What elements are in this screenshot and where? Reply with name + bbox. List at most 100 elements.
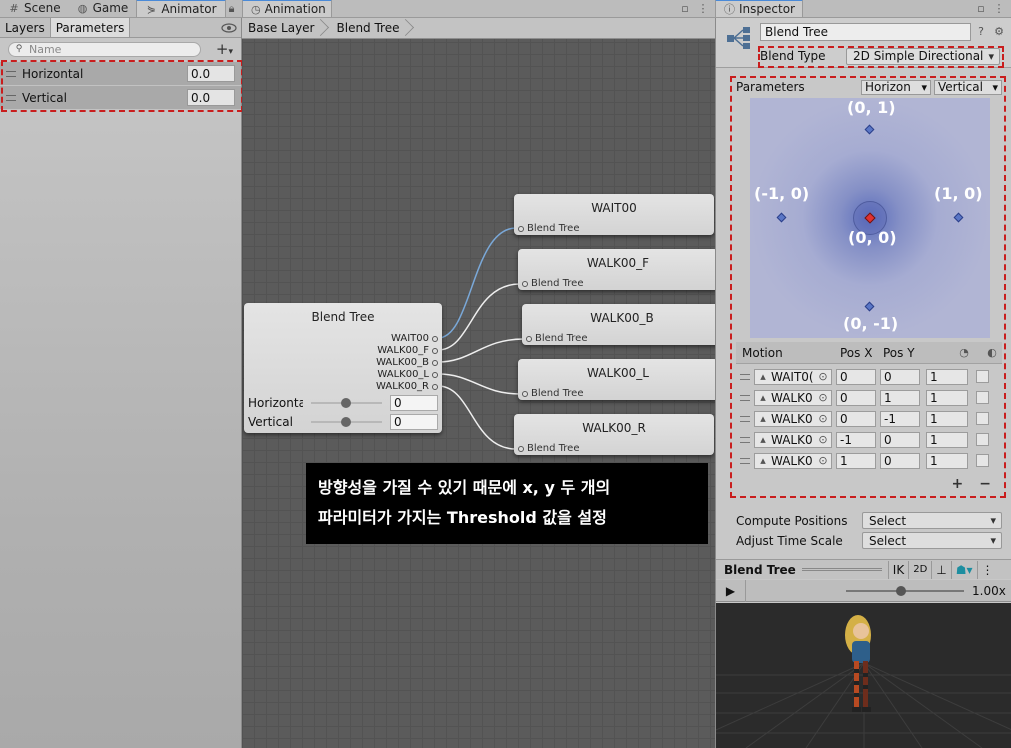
motion-node-walk00-l[interactable]: WALK00_L Blend Tree [518,359,715,400]
pos-x-field[interactable]: 0 [836,410,876,427]
drag-handle-icon[interactable] [740,394,750,401]
parameter-x-dropdown[interactable]: Horizon [861,79,931,95]
lock-icon[interactable]: ▫ [975,2,987,14]
motion-point[interactable] [864,124,875,135]
tab-animator[interactable]: ⋟ Animator [136,0,226,17]
drag-handle-icon[interactable] [740,415,750,422]
breadcrumb-base-layer[interactable]: Base Layer [242,18,323,39]
output-port[interactable]: WALK00_L [376,369,438,381]
parameter-value-field[interactable]: 0.0 [187,65,235,82]
play-button[interactable]: ▶ [716,579,746,602]
input-value-field[interactable]: 0 [390,395,438,411]
motion-clip-field[interactable]: ▴ WALK0 ⊙ [754,389,832,406]
input-value-field[interactable]: 0 [390,414,438,430]
pos-x-field[interactable]: 0 [836,389,876,406]
motion-point[interactable] [864,301,875,312]
animator-graph[interactable]: Base Layer Blend Tree Blend Tree WAIT00 … [242,18,715,748]
eye-icon[interactable] [217,18,241,37]
motion-clip-field[interactable]: ▴ WALK0 ⊙ [754,431,832,448]
add-parameter-button[interactable]: +▾ [207,40,233,58]
slider-knob[interactable] [896,585,906,596]
object-name-field[interactable]: Blend Tree [760,23,971,41]
target-icon[interactable]: ⊙ [817,455,829,467]
lock-icon[interactable]: 🔒︎ [226,2,238,14]
motion-node-walk00-r[interactable]: WALK00_R Blend Tree [514,414,714,455]
output-port[interactable]: WALK00_B [376,357,438,369]
mirror-checkbox[interactable] [976,412,989,425]
tab-parameters[interactable]: Parameters [50,18,131,37]
pos-y-field[interactable]: 1 [880,389,920,406]
pos-x-field[interactable]: 1 [836,452,876,469]
blend-2d-graph[interactable]: (0, 1) (-1, 0) (1, 0) (0, 0) (0, -1) [750,98,990,338]
mirror-checkbox[interactable] [976,454,989,467]
pivot-icon[interactable]: ⊥ [931,560,950,579]
parameter-search-input[interactable]: ⚲ Name [8,41,201,57]
blend-tree-node[interactable]: Blend Tree WAIT00 WALK00_F WALK00_B WALK… [244,303,442,433]
port-dot-icon[interactable] [518,445,524,452]
parameter-y-dropdown[interactable]: Vertical [934,79,1002,95]
preview-viewport[interactable] [716,603,1011,748]
port-dot-icon[interactable] [522,280,528,287]
pos-y-field[interactable]: 0 [880,368,920,385]
slider-knob[interactable] [341,417,351,427]
remove-motion-button[interactable]: − [979,476,991,492]
breadcrumb-blend-tree[interactable]: Blend Tree [323,18,408,39]
help-icon[interactable]: ? [975,25,987,37]
speed-slider[interactable] [846,585,964,596]
avatar-icon[interactable]: ☗▾ [950,560,977,579]
lock-icon[interactable]: ▫ [679,2,691,14]
tab-animation[interactable]: ◷ Animation [242,0,332,17]
mirror-checkbox[interactable] [976,391,989,404]
target-icon[interactable]: ⊙ [817,434,829,446]
pos-y-field[interactable]: -1 [880,410,920,427]
blend-type-dropdown[interactable]: 2D Simple Directional [846,47,1000,65]
motion-clip-field[interactable]: ▴ WAIT0(⊙ [754,368,832,385]
drag-handle-icon[interactable] [6,94,16,101]
menu-icon[interactable]: ⋮ [976,560,998,579]
mirror-checkbox[interactable] [976,433,989,446]
parameter-value-field[interactable]: 0.0 [187,89,235,106]
speed-field[interactable]: 1 [926,431,968,448]
motion-point[interactable] [953,212,964,223]
motion-node-wait00[interactable]: WAIT00 Blend Tree [514,194,714,235]
target-icon[interactable]: ⊙ [817,413,829,425]
target-icon[interactable]: ⊙ [817,371,829,383]
speed-field[interactable]: 1 [926,368,968,385]
tab-scene[interactable]: # Scene [0,0,69,17]
speed-field[interactable]: 1 [926,452,968,469]
motion-clip-field[interactable]: ▴ WALK0 ⊙ [754,410,832,427]
port-dot-icon[interactable] [522,390,528,397]
menu-icon[interactable]: ⋮ [993,2,1005,14]
motion-point[interactable] [776,212,787,223]
menu-icon[interactable]: ⋮ [697,2,709,14]
parameter-row-horizontal[interactable]: Horizontal 0.0 [0,62,241,86]
motion-node-walk00-b[interactable]: WALK00_B Blend Tree [522,304,715,345]
tab-game[interactable]: ◍ Game [69,0,137,17]
add-motion-button[interactable]: + [952,476,964,492]
motion-node-walk00-f[interactable]: WALK00_F Blend Tree [518,249,715,290]
tab-inspector[interactable]: ⓘ Inspector [715,0,803,17]
input-slider[interactable] [311,398,382,408]
output-port[interactable]: WALK00_R [376,381,438,393]
2d-button[interactable]: 2D [908,560,931,579]
port-dot-icon[interactable] [518,225,524,232]
compute-positions-dropdown[interactable]: Select [862,512,1002,529]
slider-knob[interactable] [341,398,351,408]
speed-field[interactable]: 1 [926,410,968,427]
output-port[interactable]: WALK00_F [376,345,438,357]
tab-layers[interactable]: Layers [0,18,51,37]
port-dot-icon[interactable] [526,335,532,342]
pos-x-field[interactable]: -1 [836,431,876,448]
target-icon[interactable]: ⊙ [817,392,829,404]
drag-handle-icon[interactable] [6,70,16,77]
ik-button[interactable]: IK [887,560,908,579]
motion-clip-field[interactable]: ▴ WALK0 ⊙ [754,452,832,469]
pos-y-field[interactable]: 0 [880,452,920,469]
output-port[interactable]: WAIT00 [376,333,438,345]
drag-handle-icon[interactable] [740,457,750,464]
parameter-row-vertical[interactable]: Vertical 0.0 [0,86,241,110]
pos-y-field[interactable]: 0 [880,431,920,448]
speed-field[interactable]: 1 [926,389,968,406]
settings-gear-icon[interactable]: ⚙ [993,25,1005,37]
adjust-time-scale-dropdown[interactable]: Select [862,532,1002,549]
